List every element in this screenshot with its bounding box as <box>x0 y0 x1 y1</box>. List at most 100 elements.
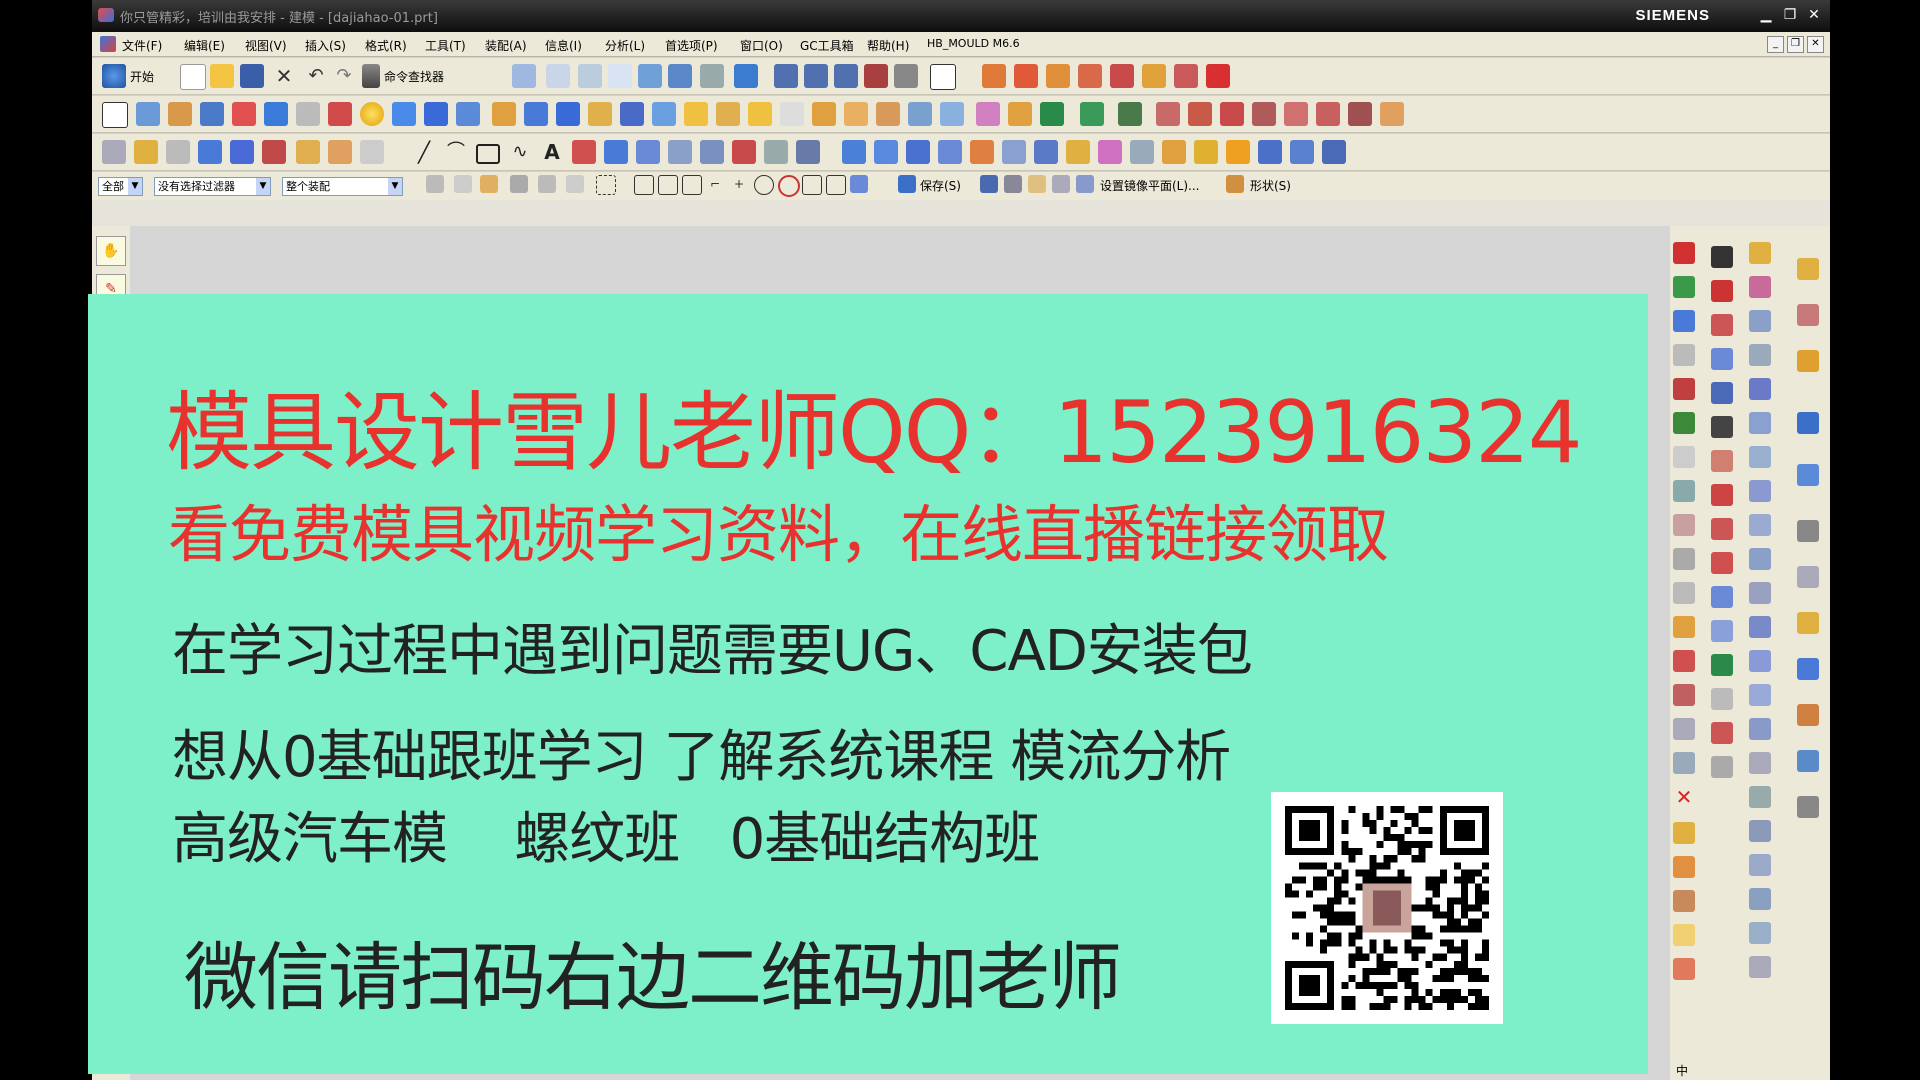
rectangle-icon[interactable] <box>476 144 500 164</box>
offset-curve-icon[interactable] <box>1252 102 1276 126</box>
x-form-icon[interactable] <box>1258 140 1282 164</box>
layout-grid-icon[interactable] <box>1673 378 1695 400</box>
project-curve-icon[interactable] <box>1284 102 1308 126</box>
offset-face-icon[interactable] <box>748 102 772 126</box>
history-icon[interactable] <box>1797 520 1819 542</box>
lifter-icon[interactable] <box>1749 480 1771 502</box>
box-select-icon[interactable] <box>596 175 616 195</box>
sphere-icon[interactable] <box>360 102 384 126</box>
curve-tool-icon[interactable] <box>1156 102 1180 126</box>
through-mesh-icon[interactable] <box>874 140 898 164</box>
spring-icon[interactable] <box>1749 820 1771 842</box>
edge-select-icon[interactable] <box>566 175 584 193</box>
select-icon[interactable] <box>166 140 190 164</box>
diagonal-icon[interactable] <box>1673 480 1695 502</box>
fillet-curve-icon[interactable] <box>668 140 692 164</box>
menu-tools[interactable]: 工具(T) <box>425 37 466 54</box>
blend-surface-icon[interactable] <box>1194 140 1218 164</box>
rotate-icon[interactable] <box>638 64 662 88</box>
circle-tool-icon[interactable] <box>1711 552 1733 574</box>
shell-icon[interactable] <box>296 102 320 126</box>
view-top-icon[interactable] <box>774 64 798 88</box>
menu-view[interactable]: 视图(V) <box>245 37 287 54</box>
menu-hb-mould[interactable]: HB_MOULD M6.6 <box>927 37 1020 50</box>
split-body-icon[interactable] <box>620 102 644 126</box>
slider-tool-icon[interactable] <box>1749 344 1771 366</box>
line-tool-icon[interactable] <box>1711 518 1733 540</box>
sprue-icon[interactable] <box>1749 956 1771 978</box>
command-finder-button[interactable]: 命令查找器 <box>384 68 444 85</box>
undo-selection-icon[interactable] <box>454 175 472 193</box>
mould-tool-1-icon[interactable] <box>982 64 1006 88</box>
menu-file[interactable]: 文件(F) <box>122 37 162 54</box>
pattern-icon[interactable] <box>812 102 836 126</box>
helix-icon[interactable] <box>604 140 628 164</box>
swept-icon[interactable] <box>906 140 930 164</box>
thicken-icon[interactable] <box>780 102 804 126</box>
revolve-icon[interactable] <box>168 102 192 126</box>
red-line-icon[interactable] <box>1711 280 1733 302</box>
yellow-tool-icon[interactable] <box>1749 242 1771 264</box>
unite-icon[interactable] <box>492 102 516 126</box>
dark-grid-icon[interactable] <box>1711 416 1733 438</box>
layout-icon[interactable] <box>1004 175 1022 193</box>
cut-icon[interactable]: ✕ <box>272 64 296 88</box>
replace-face-icon[interactable] <box>1008 102 1032 126</box>
system-materials-icon[interactable] <box>1797 566 1819 588</box>
section-curve-icon[interactable] <box>1220 102 1244 126</box>
mould-tool-7-icon[interactable] <box>1174 64 1198 88</box>
gate-icon[interactable] <box>1749 514 1771 536</box>
restore-button[interactable]: ❐ <box>1780 6 1800 24</box>
join-curve-icon[interactable] <box>1316 102 1340 126</box>
point-on-curve-icon[interactable] <box>826 175 846 195</box>
cooling-icon[interactable] <box>1749 582 1771 604</box>
green-grid-icon[interactable] <box>1711 654 1733 676</box>
shape-dropdown[interactable]: 形状(S) <box>1250 177 1291 194</box>
hd3d-tools-icon[interactable] <box>1797 796 1819 818</box>
synchronous-icon[interactable] <box>1040 102 1064 126</box>
shape-icon[interactable] <box>1226 175 1244 193</box>
sew-icon[interactable] <box>908 102 932 126</box>
bridge-curve-icon[interactable] <box>1348 102 1372 126</box>
sketch-icon[interactable] <box>102 102 128 128</box>
existing-point-icon[interactable] <box>802 175 822 195</box>
menu-gc-toolkit[interactable]: GC工具箱 <box>800 37 854 54</box>
intersect-icon[interactable] <box>556 102 580 126</box>
standard-part-icon[interactable] <box>1749 650 1771 672</box>
delete-icon[interactable]: ✕ <box>1673 786 1695 808</box>
ejector-icon[interactable] <box>1749 446 1771 468</box>
through-curves-icon[interactable] <box>842 140 866 164</box>
divide-curve-icon[interactable] <box>764 140 788 164</box>
view-iso-icon[interactable] <box>864 64 888 88</box>
corner-tool-icon[interactable] <box>1711 688 1733 710</box>
undo-icon[interactable]: ↶ <box>304 64 328 88</box>
mdi-minimize-button[interactable]: _ <box>1767 36 1784 53</box>
line-icon[interactable]: ╱ <box>412 140 436 164</box>
delete-face-icon[interactable] <box>1080 102 1104 126</box>
ruler-icon[interactable] <box>328 140 352 164</box>
insert-icon[interactable] <box>1749 684 1771 706</box>
assembly-tool-icon[interactable] <box>1673 890 1695 912</box>
layer-icon[interactable] <box>102 140 126 164</box>
intersection-point-icon[interactable]: + <box>730 175 748 193</box>
hatch-icon[interactable] <box>1673 548 1695 570</box>
scope-select[interactable]: 整个装配 <box>282 177 403 196</box>
command-finder-icon[interactable] <box>362 64 380 88</box>
pocket-icon[interactable] <box>328 102 352 126</box>
corner-icon[interactable] <box>1711 450 1733 472</box>
boss-icon[interactable] <box>232 102 256 126</box>
menu-help[interactable]: 帮助(H) <box>867 37 909 54</box>
view-right-icon[interactable] <box>834 64 858 88</box>
view-front-icon[interactable] <box>804 64 828 88</box>
angle-icon[interactable] <box>1673 684 1695 706</box>
cube-icon[interactable] <box>424 102 448 126</box>
trim-curve-icon[interactable] <box>700 140 724 164</box>
hole-icon[interactable] <box>200 102 224 126</box>
law-extension-icon[interactable] <box>1130 140 1154 164</box>
surface-analysis-icon[interactable] <box>1322 140 1346 164</box>
measure-icon[interactable] <box>296 140 320 164</box>
table-grid-icon[interactable] <box>1673 582 1695 604</box>
fit-view-icon[interactable] <box>546 64 570 88</box>
menu-edit[interactable]: 编辑(E) <box>184 37 225 54</box>
mdi-close-button[interactable]: ✕ <box>1807 36 1824 53</box>
